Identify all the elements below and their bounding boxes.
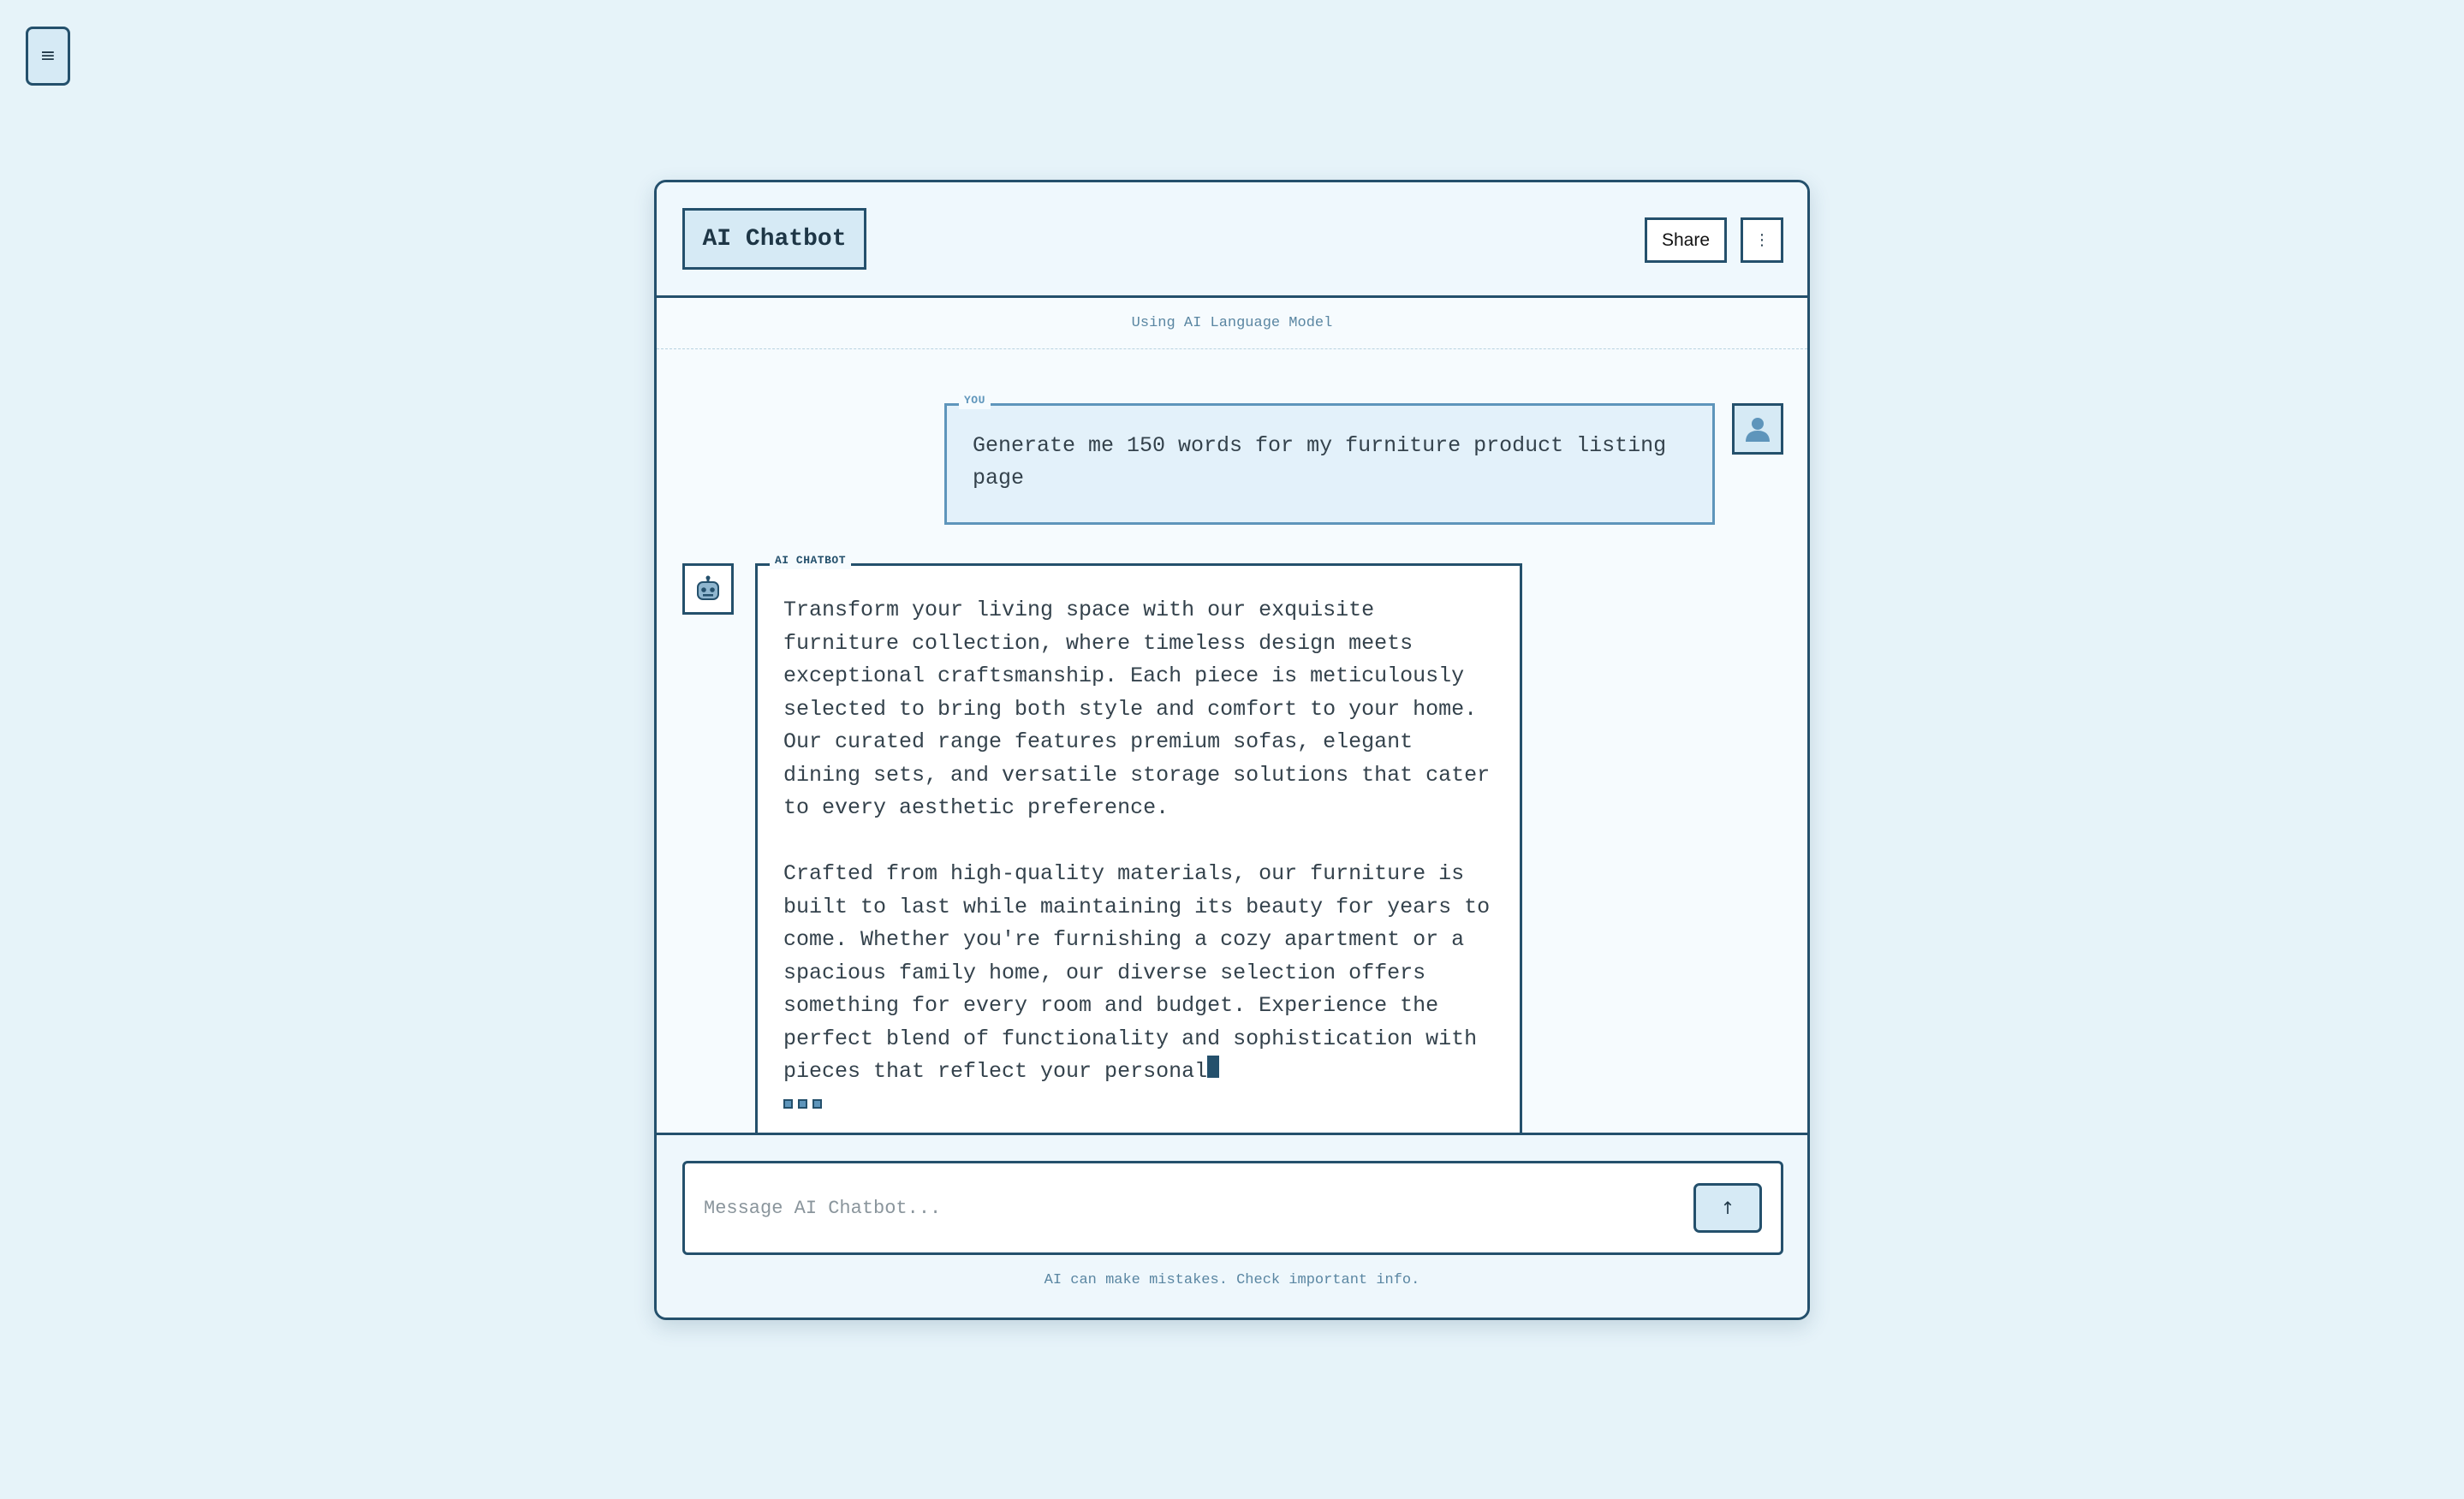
more-vertical-icon: ⋮ [1754,231,1770,249]
bot-message-label: AI CHATBOT [770,552,852,569]
user-icon [1746,418,1770,442]
bot-message-paragraph: Crafted from high-quality materials, our… [783,858,1494,1089]
message-input[interactable] [704,1163,1680,1252]
typing-cursor [1207,1056,1220,1078]
chat-window: AI Chatbot Share ⋮ Using AI Language Mod… [654,180,1810,1320]
arrow-up-icon: ↑ [1720,1198,1735,1218]
user-avatar [1732,403,1783,455]
more-options-button[interactable]: ⋮ [1741,217,1783,263]
disclaimer-text: AI can make mistakes. Check important in… [1044,1272,1420,1288]
model-info: Using AI Language Model [657,298,1807,349]
bot-message-paragraph: Transform your living space with our exq… [783,598,1491,820]
chat-header: AI Chatbot Share ⋮ [657,182,1807,298]
menu-toggle-button[interactable]: ≡ [26,27,70,86]
typing-dot [798,1098,807,1109]
hamburger-icon: ≡ [39,45,57,67]
typing-indicator [783,1098,1494,1109]
send-button[interactable]: ↑ [1693,1183,1762,1233]
user-message-label: YOU [959,392,991,409]
app-title: AI Chatbot [682,208,866,270]
composer-area: ↑ AI can make mistakes. Check important … [657,1133,1807,1318]
bot-message-paragraph-text: Crafted from high-quality materials, our… [783,861,1491,1084]
typing-dot [783,1098,793,1109]
typing-dot [812,1098,822,1109]
share-button[interactable]: Share [1645,217,1727,263]
bot-message: AI CHATBOT Transform your living space w… [755,552,1522,1163]
robot-icon [697,575,719,600]
composer-box: ↑ [682,1161,1783,1255]
user-message-text: Generate me 150 words for my furniture p… [973,433,1667,491]
bot-avatar [682,563,734,615]
user-message: YOU Generate me 150 words for my furnitu… [944,392,1715,525]
